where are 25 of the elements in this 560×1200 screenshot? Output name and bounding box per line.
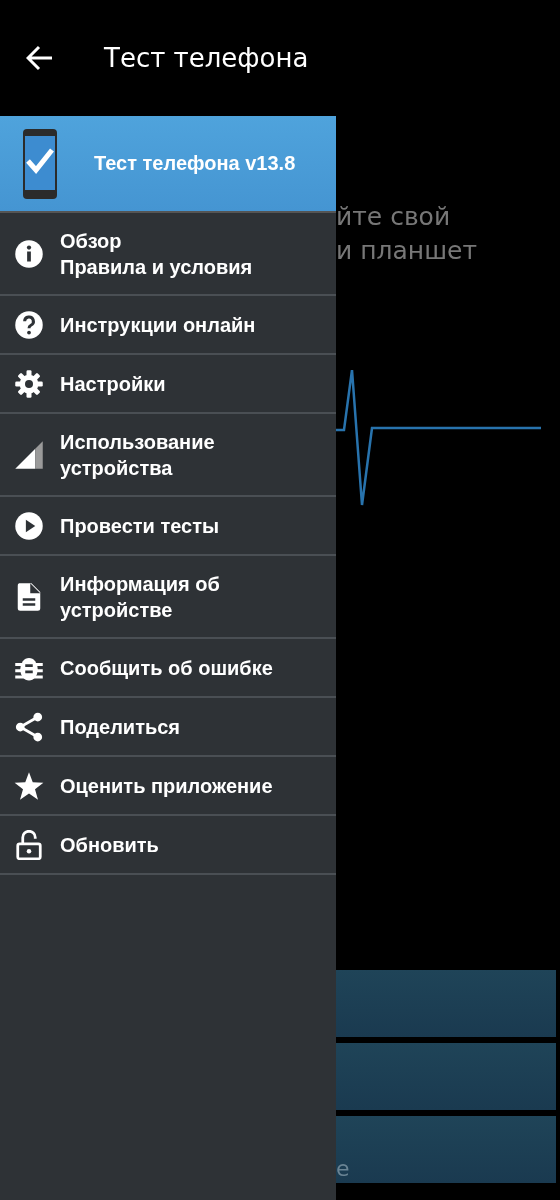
menu-item[interactable]: Оценить приложение [0,757,336,816]
menu-item[interactable]: Провести тесты [0,497,336,556]
back-arrow-icon[interactable] [26,44,54,72]
menu-item[interactable]: Обновить [0,816,336,875]
unlocked-padlock-icon [14,829,44,860]
play-icon [14,510,44,541]
menu-item[interactable]: Использование устройства [0,414,336,497]
phone-checkmark-icon [22,127,58,200]
info-icon [14,238,44,269]
menu-item[interactable]: Поделиться [0,698,336,757]
help-icon [14,309,44,340]
signal-icon [14,439,44,470]
share-icon [14,711,44,742]
menu-item[interactable]: Настройки [0,355,336,414]
menu-item[interactable]: Инструкции онлайн [0,296,336,355]
app-version-title: Тест телефона v13.8 [94,152,296,175]
action-button[interactable] [336,1043,556,1110]
menu-item[interactable]: Обзор Правила и условия [0,213,336,296]
menu-item[interactable]: Сообщить об ошибке [0,639,336,698]
app-bar-title: Тест телефона [104,43,309,73]
description-text: и планшет [336,235,478,267]
description-text: йте свой [336,201,452,233]
settings-icon [14,368,44,399]
action-button[interactable] [336,970,556,1037]
menu-item[interactable]: Информация об устройстве [0,556,336,639]
